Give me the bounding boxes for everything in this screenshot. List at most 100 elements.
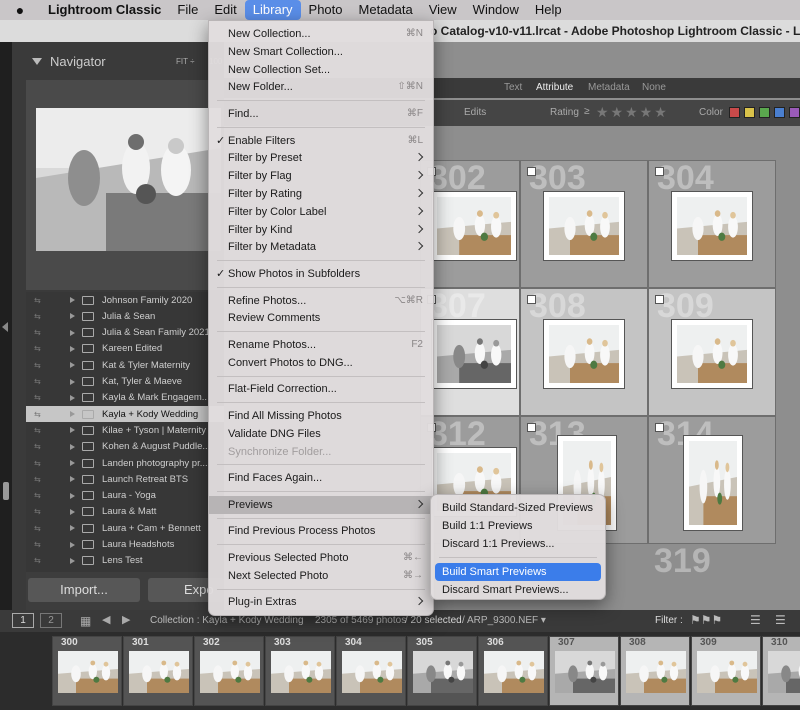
select-checkbox[interactable] — [527, 295, 536, 304]
sync-icon[interactable]: ⇆ — [34, 361, 41, 370]
menu-item-new-collection-set[interactable]: New Collection Set... — [209, 61, 433, 79]
menubar-help[interactable]: Help — [527, 0, 570, 20]
menu-item-previews[interactable]: Previews — [209, 495, 433, 514]
menu-item-filter-by-rating[interactable]: Filter by Rating — [209, 185, 433, 203]
menubar-library[interactable]: Library — [244, 0, 301, 20]
filmstrip-cell[interactable]: 309 — [691, 636, 761, 706]
menu-item-new-collection[interactable]: New Collection... ⌘N — [209, 25, 433, 43]
sync-icon[interactable]: ⇆ — [34, 524, 41, 533]
menubar-view[interactable]: View — [421, 0, 465, 20]
expand-triangle-icon[interactable] — [70, 411, 75, 418]
expand-triangle-icon[interactable] — [70, 394, 75, 401]
color-swatch[interactable] — [744, 107, 755, 118]
submenu-item-discard-1-1-previews[interactable]: Discard 1:1 Previews... — [435, 535, 601, 553]
sync-icon[interactable]: ⇆ — [34, 540, 41, 549]
filter-tab-metadata[interactable]: Metadata — [588, 82, 630, 93]
expand-triangle-icon[interactable] — [70, 313, 75, 320]
sync-icon[interactable]: ⇆ — [34, 556, 41, 565]
back-arrow-icon[interactable]: ◀ — [102, 613, 110, 626]
filmstrip-thumbnail[interactable] — [768, 651, 800, 699]
grid-cell[interactable]: 314 — [648, 415, 776, 544]
folder-item[interactable]: ⇆ Julia & Sean Family 2021 — [26, 325, 224, 341]
folder-item[interactable]: ⇆ Lens Test — [26, 553, 224, 569]
menubar-app[interactable]: Lightroom Classic — [40, 0, 169, 20]
select-checkbox[interactable] — [655, 167, 664, 176]
navigator-fit[interactable]: FIT ÷ — [176, 57, 194, 66]
filter-settings-icon[interactable]: ☰ — [775, 613, 786, 627]
select-checkbox[interactable] — [527, 167, 536, 176]
select-checkbox[interactable] — [655, 295, 664, 304]
sync-icon[interactable]: ⇆ — [34, 475, 41, 484]
menu-item-review-comments[interactable]: Review Comments — [209, 309, 433, 327]
menu-item-find-all-missing-photos[interactable]: Find All Missing Photos — [209, 407, 433, 425]
folder-item[interactable]: ⇆ Johnson Family 2020 — [26, 292, 224, 308]
expand-triangle-icon[interactable] — [70, 362, 75, 369]
filmstrip-thumbnail[interactable] — [413, 651, 473, 699]
menu-item-filter-by-metadata[interactable]: Filter by Metadata — [209, 238, 433, 256]
menu-item-show-photos-in-subfolders[interactable]: ✓ Show Photos in Subfolders — [209, 265, 433, 283]
menu-item-next-selected-photo[interactable]: Next Selected Photo ⌘→ — [209, 567, 433, 585]
menu-item-find[interactable]: Find... ⌘F — [209, 105, 433, 123]
folder-item[interactable]: ⇆ Laura + Cam + Bennett — [26, 520, 224, 536]
expand-triangle-icon[interactable] — [70, 557, 75, 564]
photo-thumbnail[interactable] — [543, 191, 625, 261]
expand-triangle-icon[interactable] — [70, 378, 75, 385]
expand-triangle-icon[interactable] — [70, 476, 75, 483]
filmstrip-cell[interactable]: 306 — [478, 636, 548, 706]
folder-item[interactable]: ⇆ Kat & Tyler Maternity — [26, 357, 224, 373]
menu-item-refine-photos[interactable]: Refine Photos... ⌥⌘R — [209, 292, 433, 310]
forward-arrow-icon[interactable]: ▶ — [122, 613, 130, 626]
color-swatch[interactable] — [789, 107, 800, 118]
menu-item-filter-by-color-label[interactable]: Filter by Color Label — [209, 203, 433, 221]
menu-item-find-faces-again[interactable]: Find Faces Again... — [209, 469, 433, 487]
filter-tab-none[interactable]: None — [642, 82, 666, 93]
page-2-button[interactable]: 2 — [40, 613, 62, 628]
filmstrip-thumbnail[interactable] — [555, 651, 615, 699]
menu-item-new-smart-collection[interactable]: New Smart Collection... — [209, 43, 433, 61]
grid-cell[interactable]: 309 — [648, 287, 776, 416]
flag-filter-icon[interactable]: ⚑⚑⚑ — [690, 613, 722, 627]
folder-item[interactable]: ⇆ Kilae + Tyson | Maternity — [26, 422, 224, 438]
submenu-item-build-standard-sized-previews[interactable]: Build Standard-Sized Previews — [435, 499, 601, 517]
grid-cell[interactable]: 302 — [420, 159, 520, 288]
sync-icon[interactable]: ⇆ — [34, 377, 41, 386]
filmstrip-thumbnail[interactable] — [200, 651, 260, 699]
filmstrip-cell[interactable]: 302 — [194, 636, 264, 706]
expand-triangle-icon[interactable] — [70, 345, 75, 352]
menu-item-validate-dng-files[interactable]: Validate DNG Files — [209, 425, 433, 443]
folder-item[interactable]: ⇆ Julia & Sean — [26, 308, 224, 324]
filter-tab-attribute[interactable]: Attribute — [536, 82, 573, 93]
expand-triangle-icon[interactable] — [70, 492, 75, 499]
expand-triangle-icon[interactable] — [70, 541, 75, 548]
filmstrip-cell[interactable]: 303 — [265, 636, 335, 706]
sync-icon[interactable]: ⇆ — [34, 426, 41, 435]
grid-cell[interactable]: 303 — [520, 159, 648, 288]
page-1-button[interactable]: 1 — [12, 613, 34, 628]
collapse-triangle-icon[interactable] — [32, 57, 42, 65]
color-swatch[interactable] — [729, 107, 740, 118]
folder-item[interactable]: ⇆ Kayla & Mark Engagem... — [26, 390, 224, 406]
submenu-item-build-1-1-previews[interactable]: Build 1:1 Previews — [435, 517, 601, 535]
filmstrip-thumbnail[interactable] — [697, 651, 757, 699]
sync-icon[interactable]: ⇆ — [34, 344, 41, 353]
menu-item-filter-by-preset[interactable]: Filter by Preset — [209, 149, 433, 167]
rating-operator[interactable]: ≥ — [584, 106, 590, 117]
grid-cell[interactable]: 304 — [648, 159, 776, 288]
select-checkbox[interactable] — [527, 423, 536, 432]
menu-item-filter-by-flag[interactable]: Filter by Flag — [209, 167, 433, 185]
menu-item-previous-selected-photo[interactable]: Previous Selected Photo ⌘← — [209, 549, 433, 567]
expand-triangle-icon[interactable] — [70, 297, 75, 303]
menu-item-flat-field-correction[interactable]: Flat-Field Correction... — [209, 380, 433, 398]
menubar-file[interactable]: File — [169, 0, 206, 20]
filmstrip-cell[interactable]: 301 — [123, 636, 193, 706]
menubar-window[interactable]: Window — [465, 0, 527, 20]
filmstrip-cell[interactable]: 308 — [620, 636, 690, 706]
submenu-item-build-smart-previews[interactable]: Build Smart Previews — [435, 563, 601, 581]
folder-item[interactable]: ⇆ Laura - Yoga — [26, 488, 224, 504]
sync-icon[interactable]: ⇆ — [34, 328, 41, 337]
photo-thumbnail[interactable] — [431, 191, 517, 261]
filmstrip-thumbnail[interactable] — [484, 651, 544, 699]
filmstrip-cell[interactable]: 307 — [549, 636, 619, 706]
sync-icon[interactable]: ⇆ — [34, 491, 41, 500]
apple-icon[interactable]: ● — [0, 2, 40, 18]
